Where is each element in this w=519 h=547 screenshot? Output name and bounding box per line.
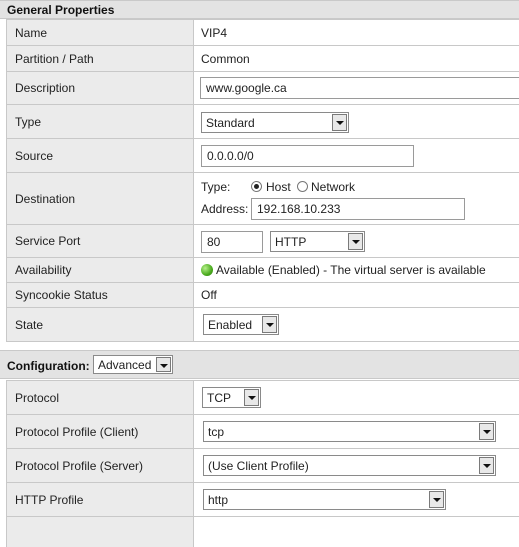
destination-address-input[interactable] [251, 198, 465, 220]
type-select[interactable]: Standard [201, 112, 349, 133]
type-select-value: Standard [206, 115, 255, 130]
availability-row: Availability Available (Enabled) - The v… [7, 258, 519, 283]
name-row: Name VIP4 [7, 20, 519, 46]
profile-client-label: Protocol Profile (Client) [7, 415, 194, 448]
source-label: Source [7, 139, 194, 172]
protocol-label: Protocol [7, 381, 194, 414]
host-radio[interactable] [251, 181, 262, 192]
http-profile-value: http [208, 492, 229, 507]
protocol-select-value: TCP [207, 390, 231, 405]
source-row: Source [7, 139, 519, 173]
configuration-title: Configuration: [7, 359, 90, 373]
chevron-down-icon [348, 233, 363, 250]
chevron-down-icon [244, 389, 259, 406]
chevron-down-icon [156, 357, 171, 372]
partition-row: Partition / Path Common [7, 46, 519, 72]
destination-type-label: Type: [201, 180, 231, 194]
configuration-mode-value: Advanced [98, 357, 152, 372]
http-profile-select[interactable]: http [203, 489, 446, 510]
configuration-header: Configuration: Advanced [0, 350, 519, 379]
name-label: Name [7, 20, 194, 45]
profile-client-select[interactable]: tcp [203, 421, 496, 442]
partition-value: Common [201, 51, 250, 66]
description-input[interactable] [200, 77, 519, 99]
chevron-down-icon [262, 316, 277, 333]
next-row-label [7, 517, 194, 547]
service-port-label: Service Port [7, 225, 194, 257]
protocol-row: Protocol TCP [7, 381, 519, 415]
http-profile-label: HTTP Profile [7, 483, 194, 516]
profile-server-row: Protocol Profile (Server) (Use Client Pr… [7, 449, 519, 483]
type-row: Type Standard [7, 105, 519, 139]
type-label: Type [7, 105, 194, 138]
state-select-value: Enabled [208, 317, 253, 332]
syncookie-value: Off [201, 288, 217, 302]
profile-server-value: (Use Client Profile) [208, 458, 309, 473]
syncookie-label: Syncookie Status [7, 283, 194, 307]
general-properties-header: General Properties [0, 0, 519, 19]
state-label: State [7, 308, 194, 341]
host-radio-label[interactable]: Host [266, 180, 291, 194]
profile-client-value: tcp [208, 424, 225, 439]
availability-label: Availability [7, 258, 194, 282]
profile-client-row: Protocol Profile (Client) tcp [7, 415, 519, 449]
description-row: Description [7, 72, 519, 105]
service-port-input[interactable] [201, 231, 263, 253]
source-input[interactable] [201, 145, 414, 167]
destination-row: Destination Type: Host Network Address: [7, 173, 519, 225]
network-radio[interactable] [297, 181, 308, 192]
service-protocol-select[interactable]: HTTP [270, 231, 365, 252]
service-protocol-value: HTTP [275, 234, 307, 249]
description-label: Description [7, 72, 194, 104]
state-select[interactable]: Enabled [203, 314, 279, 335]
service-port-row: Service Port HTTP [7, 225, 519, 258]
chevron-down-icon [479, 457, 494, 474]
next-row-partial [7, 517, 519, 547]
chevron-down-icon [332, 114, 347, 131]
profile-server-select[interactable]: (Use Client Profile) [203, 455, 496, 476]
syncookie-row: Syncookie Status Off [7, 283, 519, 308]
general-properties-title: General Properties [7, 3, 115, 17]
partition-label: Partition / Path [7, 46, 194, 71]
chevron-down-icon [479, 423, 494, 440]
chevron-down-icon [429, 491, 444, 508]
availability-value: Available (Enabled) - The virtual server… [216, 263, 486, 277]
protocol-select[interactable]: TCP [202, 387, 261, 408]
status-available-icon [201, 264, 213, 276]
network-radio-label[interactable]: Network [311, 180, 355, 194]
destination-address-label: Address: [201, 202, 249, 216]
configuration-table: Protocol TCP Protocol Profile (Client) t… [6, 380, 519, 547]
name-value: VIP4 [201, 25, 228, 40]
state-row: State Enabled [7, 308, 519, 342]
destination-label: Destination [7, 173, 194, 224]
configuration-mode-select[interactable]: Advanced [93, 355, 173, 374]
http-profile-row: HTTP Profile http [7, 483, 519, 517]
general-properties-table: Name VIP4 Partition / Path Common Descri… [6, 19, 519, 342]
profile-server-label: Protocol Profile (Server) [7, 449, 194, 482]
